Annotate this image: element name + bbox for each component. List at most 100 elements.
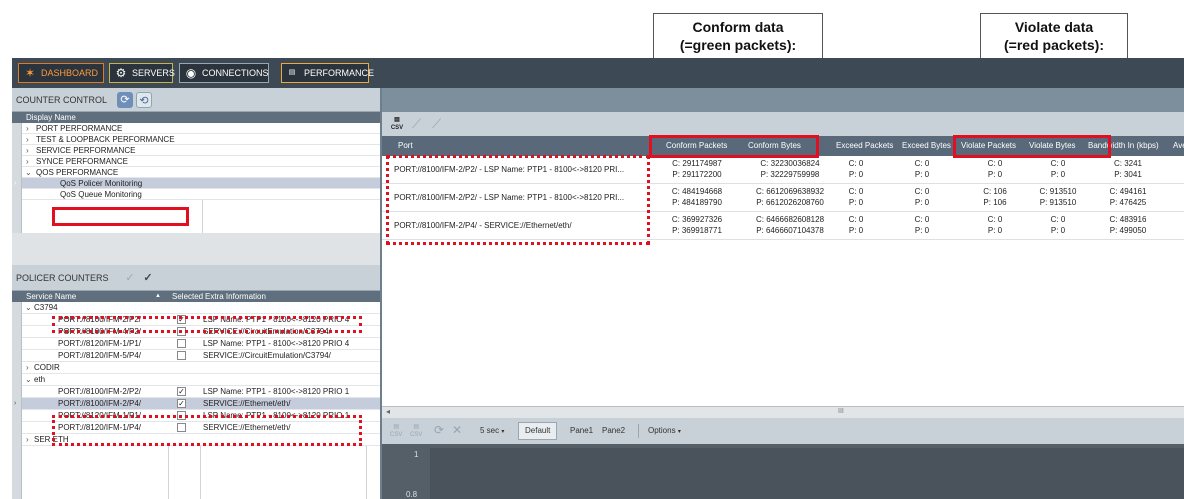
col-port[interactable]: Port	[398, 136, 598, 156]
chart-add-icon[interactable]: ⟋	[412, 116, 421, 132]
current-value: C: 369927326	[671, 215, 723, 224]
tree-item-label: SYNCE PERFORMANCE	[36, 157, 129, 166]
extra-information-column[interactable]: Extra Information	[205, 291, 266, 302]
previous-value: P: 484189790	[672, 198, 722, 207]
tree-item-synce-performance[interactable]: › SYNCE PERFORMANCE	[22, 156, 380, 167]
tree-item-label: QOS PERFORMANCE	[36, 168, 119, 177]
export-csv-all-icon[interactable]: ▤ CSV	[410, 423, 422, 439]
previous-value: P: 499050	[1109, 226, 1147, 235]
selected-checkbox[interactable]	[177, 351, 186, 360]
check-all-icon[interactable]: ✓	[140, 270, 156, 286]
group-row-codir[interactable]: › CODIR	[22, 362, 380, 374]
scroll-thumb-grip[interactable]: III	[838, 408, 844, 415]
current-value: C: 0	[914, 159, 930, 168]
previous-value: P: 0	[987, 170, 1003, 179]
selected-column[interactable]: Selected	[172, 291, 203, 302]
policer-row[interactable]: PORT://8120/IFM-1/P1/ LSP Name: PTP1 - 8…	[22, 338, 380, 350]
interval-value: 5 sec	[480, 426, 500, 435]
interval-dropdown[interactable]: 5 sec ▾	[480, 424, 504, 439]
selected-checkbox[interactable]	[177, 339, 186, 348]
policer-row-selected[interactable]: PORT://8100/IFM-2/P4/ ✓ SERVICE://Ethern…	[22, 398, 380, 410]
previous-value: P: 369918771	[672, 226, 722, 235]
tree-spacer	[12, 233, 380, 265]
chart-remove-icon[interactable]: ⟋	[432, 116, 441, 132]
current-value: C: 291174987	[672, 159, 722, 168]
highlight-eth-rows	[52, 415, 362, 446]
exceed-bytes-cell: C: 0 P: 0	[902, 158, 942, 180]
extra-info-cell: SERVICE://Ethernet/eth/	[203, 399, 291, 408]
previous-value: P: 0	[1050, 226, 1066, 235]
highlight-violate-columns	[953, 135, 1111, 158]
previous-value: P: 0	[914, 198, 930, 207]
current-value: C: 483916	[1109, 215, 1147, 224]
tab-default[interactable]: Default	[518, 422, 558, 440]
refresh-icon[interactable]: ⟳	[117, 92, 133, 108]
tree-item-qos-queue-monitoring[interactable]: QoS Queue Monitoring	[22, 189, 380, 200]
tab-pane1[interactable]: Pane1	[570, 424, 593, 438]
nav-connections-button[interactable]: ◉ CONNECTIONS	[179, 63, 269, 83]
group-row-eth[interactable]: ⌄ eth	[22, 374, 380, 386]
previous-value: P: 291172200	[672, 170, 722, 179]
nav-servers-label: SERVERS	[132, 68, 175, 78]
nav-performance-button[interactable]: ▤ PERFORMANCE	[281, 63, 374, 83]
display-name-column-header[interactable]: Display Name	[12, 112, 380, 123]
bandwidth-in-cell: C: 483916 P: 499050	[1098, 214, 1158, 236]
previous-value: P: 0	[914, 226, 930, 235]
servers-icon: ⚙	[115, 66, 127, 80]
col-exceed-packets[interactable]: Exceed Packets	[836, 136, 900, 156]
service-name-column[interactable]: Service Name	[26, 291, 76, 302]
col-ave[interactable]: Ave	[1173, 136, 1184, 156]
selected-row-marker: ›	[14, 400, 17, 407]
counter-control-title: COUNTER CONTROL	[16, 95, 108, 105]
display-name-column-label: Display Name	[26, 113, 76, 122]
tree-item-qos-policer-monitoring[interactable]: QoS Policer Monitoring	[22, 178, 380, 189]
col-exceed-bytes[interactable]: Exceed Bytes	[902, 136, 958, 156]
highlight-qos-policer	[52, 207, 189, 226]
tab-pane2[interactable]: Pane2	[602, 424, 625, 438]
chart-toolbar: ▤ CSV ▤ CSV ⟳ ✕ 5 sec ▾ Default Pane1 Pane…	[382, 418, 1184, 444]
policer-row[interactable]: PORT://8120/IFM-5/P4/ SERVICE://CircuitE…	[22, 350, 380, 362]
uncheck-icon[interactable]: ✓	[122, 270, 138, 286]
conform-packets-cell: C: 291174987 P: 291172200	[652, 158, 742, 180]
tree-item-port-performance[interactable]: › PORT PERFORMANCE	[22, 123, 380, 134]
previous-value: P: 6612026208760	[756, 198, 824, 207]
tree-item-service-performance[interactable]: › SERVICE PERFORMANCE	[22, 145, 380, 156]
violate-callout-line1: Violate data	[1014, 19, 1094, 35]
tree-item-label: QoS Queue Monitoring	[60, 190, 142, 199]
refresh-chart-icon[interactable]: ⟳	[434, 423, 444, 437]
export-csv-icon[interactable]: ▤ CSV	[390, 116, 404, 132]
extra-info-cell: SERVICE://CircuitEmulation/C3794/	[203, 351, 331, 360]
tree-item-qos-performance[interactable]: ⌄ QOS PERFORMANCE	[22, 167, 380, 178]
nav-dashboard-label: DASHBOARD	[41, 68, 99, 78]
nav-servers-button[interactable]: ⚙ SERVERS	[109, 63, 175, 83]
group-name: eth	[34, 375, 46, 384]
horizontal-scrollbar[interactable]: ◂ III	[382, 406, 1184, 418]
tree-item-label: QoS Policer Monitoring	[60, 179, 143, 188]
scroll-left-icon[interactable]: ◂	[386, 407, 390, 416]
sort-asc-icon: ▲	[155, 293, 161, 299]
previous-value: P: 0	[914, 170, 930, 179]
selected-row-marker: ›	[14, 180, 17, 187]
current-value: C: 913510	[1039, 187, 1077, 196]
previous-value: P: 32229759998	[760, 170, 820, 179]
exceed-packets-cell: C: 0 P: 0	[836, 214, 876, 236]
right-header-strip	[382, 88, 1184, 112]
current-value: C: 0	[848, 215, 864, 224]
selected-checkbox[interactable]: ✓	[177, 399, 186, 408]
reset-icon[interactable]: ⟲	[136, 92, 152, 108]
policer-row[interactable]: PORT://8100/IFM-2/P2/ ✓ LSP Name: PTP1 -…	[22, 386, 380, 398]
violate-packets-cell: C: 0 P: 0	[970, 214, 1020, 236]
nav-connections-label: CONNECTIONS	[202, 68, 269, 78]
previous-value: P: 476425	[1109, 198, 1147, 207]
tree-item-test-loopback[interactable]: › TEST & LOOPBACK PERFORMANCE	[22, 134, 380, 145]
conform-bytes-cell: C: 32230036824 P: 32229759998	[742, 158, 838, 180]
selected-checkbox[interactable]: ✓	[177, 387, 186, 396]
nav-performance-label: PERFORMANCE	[304, 68, 375, 78]
conform-bytes-cell: C: 6466682608128 P: 6466607104378	[742, 214, 838, 236]
nav-dashboard-button[interactable]: ✶ DASHBOARD	[18, 63, 104, 83]
export-csv-icon[interactable]: ▤ CSV	[390, 423, 402, 439]
group-row-c3794[interactable]: ⌄ C3794	[22, 302, 380, 314]
chart-plot-area[interactable]	[430, 448, 1184, 499]
clear-chart-icon[interactable]: ✕	[452, 423, 462, 437]
options-dropdown[interactable]: Options ▾	[648, 424, 681, 439]
